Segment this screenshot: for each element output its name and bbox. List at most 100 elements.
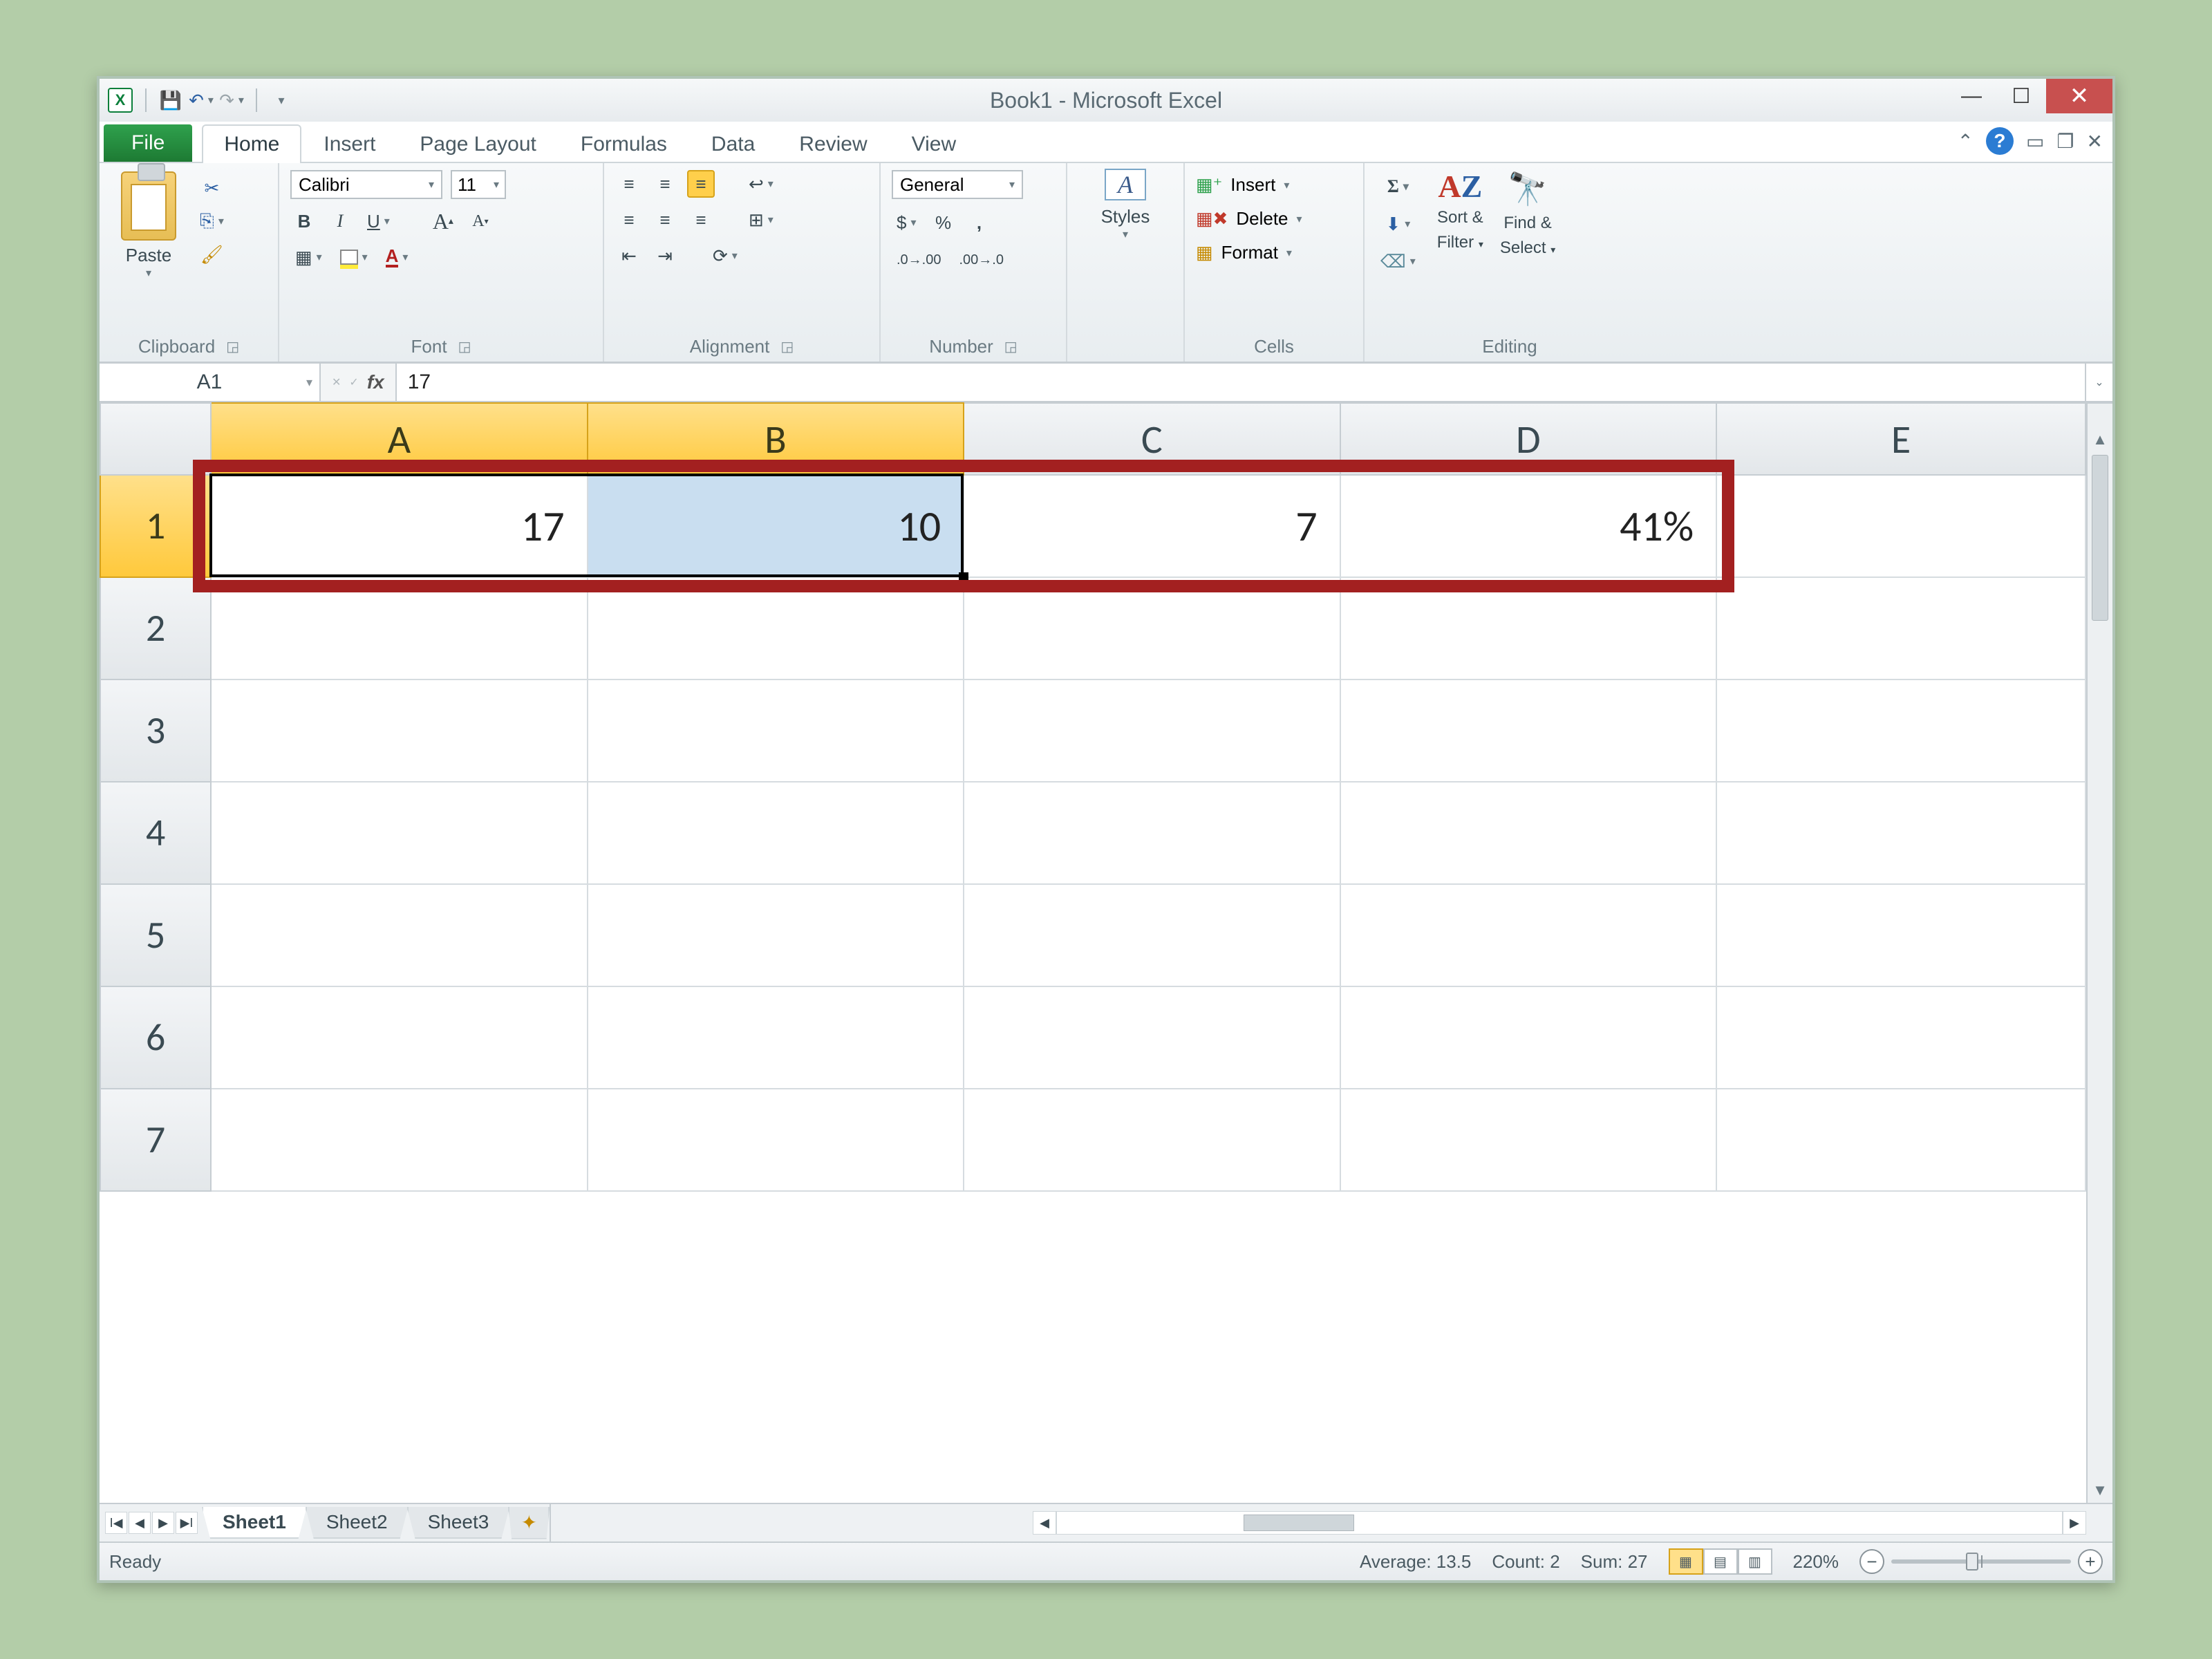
cell[interactable]	[588, 577, 964, 679]
increase-decimal-button[interactable]: .0→.00	[892, 246, 946, 274]
sheet-tab-3[interactable]: Sheet3	[407, 1507, 510, 1539]
align-bottom-button[interactable]: ≡	[687, 170, 715, 198]
cell[interactable]	[964, 577, 1340, 679]
fill-button[interactable]: ⬇	[1376, 210, 1421, 238]
horizontal-scrollbar[interactable]: ◀ ▶	[1033, 1511, 2086, 1535]
fx-icon[interactable]: fx	[367, 371, 384, 393]
minimize-button[interactable]: —	[1947, 79, 1996, 113]
sheet-tab-1[interactable]: Sheet1	[202, 1507, 307, 1539]
expand-formula-bar-icon[interactable]: ⌄	[2085, 364, 2112, 401]
cell[interactable]	[1716, 782, 2086, 884]
hscroll-thumb[interactable]	[1244, 1515, 1354, 1531]
cell[interactable]	[588, 986, 964, 1089]
mdi-minimize-icon[interactable]: ▭	[2026, 130, 2044, 153]
alignment-launcher-icon[interactable]: ◲	[780, 338, 794, 355]
cell[interactable]	[964, 986, 1340, 1089]
underline-button[interactable]: U	[362, 207, 395, 235]
decrease-decimal-button[interactable]: .00→.0	[954, 246, 1008, 274]
align-right-button[interactable]: ≡	[687, 206, 715, 234]
font-size-selector[interactable]: 11▾	[451, 170, 506, 199]
cell[interactable]	[1340, 679, 1717, 782]
fill-color-button[interactable]	[335, 243, 373, 271]
cell[interactable]	[1716, 577, 2086, 679]
row-header-6[interactable]: 6	[100, 986, 211, 1089]
file-tab[interactable]: File	[104, 124, 192, 162]
delete-cells-button[interactable]: ▦✖Delete▾	[1196, 208, 1352, 229]
name-box[interactable]: A1	[100, 364, 321, 401]
mdi-close-icon[interactable]: ✕	[2087, 130, 2103, 153]
cell[interactable]	[588, 782, 964, 884]
number-format-selector[interactable]: General▾	[892, 170, 1023, 199]
column-header-b[interactable]: B	[588, 403, 964, 475]
number-launcher-icon[interactable]: ◲	[1004, 338, 1018, 355]
prev-sheet-icon[interactable]: ◀	[129, 1512, 151, 1534]
cell-c1[interactable]: 7	[964, 475, 1340, 577]
vertical-scrollbar[interactable]: ▲ ▼	[2086, 402, 2112, 1503]
clipboard-launcher-icon[interactable]: ◲	[226, 338, 239, 355]
decrease-indent-button[interactable]: ⇤	[615, 242, 643, 270]
zoom-out-button[interactable]: −	[1859, 1549, 1884, 1574]
worksheet-grid[interactable]: A B C D E 1 17 10 7 41% 2 3 4 5	[100, 402, 2086, 1503]
cell-b1[interactable]: 10	[588, 475, 964, 577]
next-sheet-icon[interactable]: ▶	[152, 1512, 174, 1534]
insert-cells-button[interactable]: ▦⁺Insert▾	[1196, 174, 1352, 196]
cell[interactable]	[1716, 1089, 2086, 1191]
clear-button[interactable]: ⌫	[1376, 247, 1421, 275]
scroll-right-icon[interactable]: ▶	[2063, 1511, 2086, 1535]
undo-button[interactable]: ↶	[189, 88, 213, 112]
borders-button[interactable]: ▦	[290, 243, 327, 271]
tab-review[interactable]: Review	[777, 124, 889, 163]
font-name-selector[interactable]: Calibri▾	[290, 170, 442, 199]
select-all-corner[interactable]	[100, 403, 211, 475]
split-box-top[interactable]	[2088, 402, 2112, 427]
cell[interactable]	[211, 679, 588, 782]
page-break-view-button[interactable]: ▥	[1738, 1548, 1772, 1575]
cell[interactable]	[588, 1089, 964, 1191]
normal-view-button[interactable]: ▦	[1669, 1548, 1703, 1575]
tab-insert[interactable]: Insert	[301, 124, 397, 163]
cell[interactable]	[211, 884, 588, 986]
zoom-slider[interactable]: − +	[1859, 1549, 2103, 1574]
cancel-formula-icon[interactable]: ✕	[332, 375, 341, 389]
zoom-level[interactable]: 220%	[1793, 1551, 1839, 1573]
vscroll-thumb[interactable]	[2092, 455, 2108, 621]
cell[interactable]	[1340, 1089, 1717, 1191]
cell-a1[interactable]: 17	[211, 475, 588, 577]
format-cells-button[interactable]: ▦Format▾	[1196, 242, 1352, 263]
ribbon-minimize-icon[interactable]: ⌃	[1957, 130, 1973, 153]
help-icon[interactable]: ?	[1986, 127, 2014, 155]
cell[interactable]	[1340, 782, 1717, 884]
last-sheet-icon[interactable]: ▶I	[176, 1512, 198, 1534]
find-select-button[interactable]: 🔭 Find & Select ▾	[1500, 170, 1555, 258]
column-header-e[interactable]: E	[1716, 403, 2086, 475]
mdi-restore-icon[interactable]: ❐	[2056, 130, 2074, 153]
autosum-button[interactable]: Σ	[1376, 173, 1421, 200]
accounting-format-button[interactable]: $	[892, 209, 921, 236]
increase-indent-button[interactable]: ⇥	[651, 242, 679, 270]
align-center-button[interactable]: ≡	[651, 206, 679, 234]
align-middle-button[interactable]: ≡	[651, 170, 679, 198]
row-header-4[interactable]: 4	[100, 782, 211, 884]
italic-button[interactable]: I	[326, 207, 354, 235]
cell[interactable]	[588, 884, 964, 986]
shrink-font-button[interactable]: A▾	[467, 207, 494, 235]
comma-format-button[interactable]: ,	[966, 209, 993, 236]
row-header-2[interactable]: 2	[100, 577, 211, 679]
row-header-1[interactable]: 1	[100, 475, 211, 577]
font-launcher-icon[interactable]: ◲	[458, 338, 471, 355]
scroll-down-icon[interactable]: ▼	[2088, 1478, 2112, 1503]
cell[interactable]	[1340, 577, 1717, 679]
maximize-button[interactable]: ☐	[1996, 79, 2046, 113]
cut-button[interactable]: ✂	[195, 174, 229, 202]
column-header-c[interactable]: C	[964, 403, 1340, 475]
align-top-button[interactable]: ≡	[615, 170, 643, 198]
sheet-tab-2[interactable]: Sheet2	[306, 1507, 409, 1539]
hsplit-box[interactable]	[550, 1504, 576, 1541]
copy-button[interactable]: ⎘	[195, 207, 229, 235]
zoom-thumb[interactable]	[1966, 1553, 1978, 1571]
formula-input[interactable]: 17	[395, 364, 2085, 401]
tab-page-layout[interactable]: Page Layout	[397, 124, 558, 163]
tab-data[interactable]: Data	[689, 124, 777, 163]
cell[interactable]	[964, 884, 1340, 986]
align-left-button[interactable]: ≡	[615, 206, 643, 234]
